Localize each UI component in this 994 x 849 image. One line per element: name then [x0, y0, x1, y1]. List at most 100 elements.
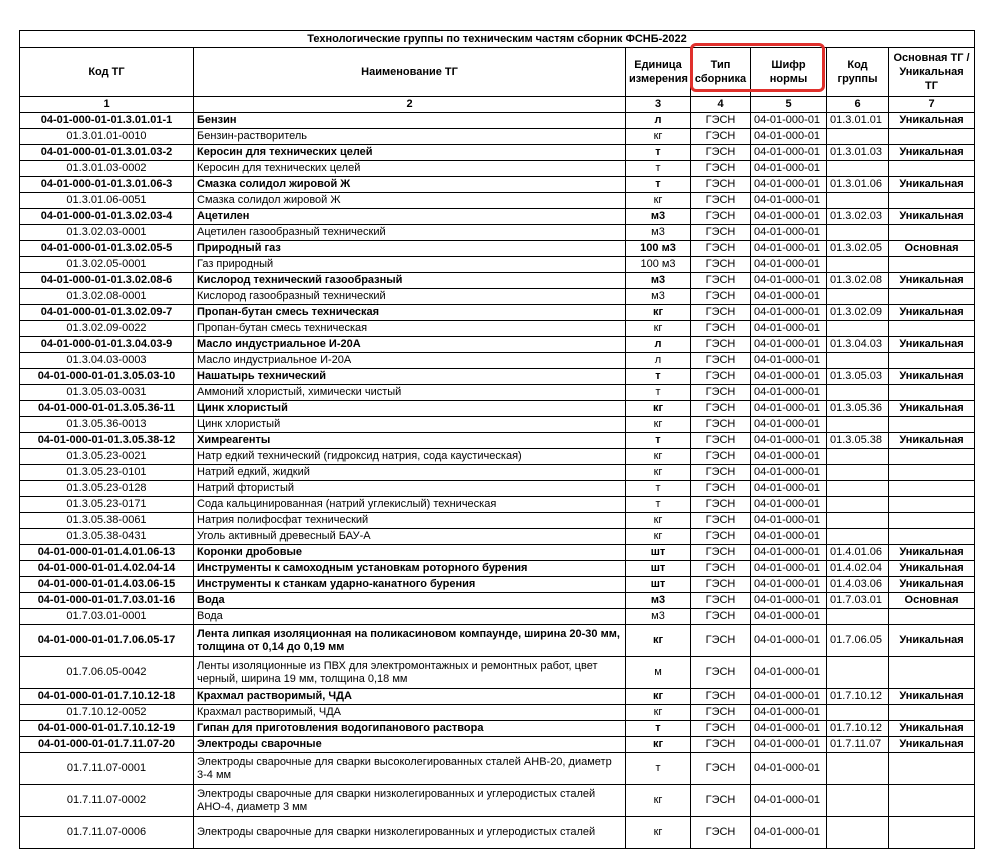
cell-type[interactable]: ГЭСН: [690, 512, 751, 529]
cell-unit[interactable]: кг: [625, 816, 691, 849]
cell-group[interactable]: 01.3.01.03: [826, 144, 889, 161]
cell-unit[interactable]: м3: [625, 272, 691, 289]
cell-code[interactable]: 01.7.11.07-0001: [19, 752, 194, 785]
cell-name[interactable]: Электроды сварочные для сварки высоколег…: [193, 752, 626, 785]
cell-kind[interactable]: [887, 480, 976, 497]
cell-kind[interactable]: Уникальная: [887, 304, 976, 321]
header-norm[interactable]: Шифр нормы: [750, 47, 827, 97]
cell-group[interactable]: [826, 352, 889, 369]
cell-type[interactable]: ГЭСН: [690, 400, 751, 417]
cell-type[interactable]: ГЭСН: [690, 608, 751, 625]
cell-name[interactable]: Керосин для технических целей: [193, 144, 626, 161]
cell-kind[interactable]: Уникальная: [887, 112, 976, 129]
cell-name[interactable]: Природный газ: [193, 240, 626, 257]
cell-kind[interactable]: Основная: [887, 240, 976, 257]
cell-type[interactable]: ГЭСН: [690, 480, 751, 497]
cell-type[interactable]: ГЭСН: [690, 192, 751, 209]
cell-unit[interactable]: м3: [625, 224, 691, 241]
cell-group[interactable]: 01.3.05.36: [826, 400, 889, 417]
cell-group[interactable]: 01.7.10.12: [826, 688, 889, 705]
col-number[interactable]: 5: [750, 96, 827, 113]
cell-name[interactable]: Масло индустриальное И-20А: [193, 336, 626, 353]
cell-name[interactable]: Инструменты к самоходным установкам рото…: [193, 560, 626, 577]
cell-kind[interactable]: [887, 656, 976, 689]
cell-kind[interactable]: Уникальная: [887, 560, 976, 577]
cell-norm[interactable]: 04-01-000-01: [750, 352, 827, 369]
cell-type[interactable]: ГЭСН: [690, 256, 751, 273]
cell-code[interactable]: 01.3.02.05-0001: [19, 256, 194, 273]
cell-norm[interactable]: 04-01-000-01: [750, 176, 827, 193]
cell-name[interactable]: Вода: [193, 608, 626, 625]
cell-name[interactable]: Аммоний хлористый, химически чистый: [193, 384, 626, 401]
cell-group[interactable]: [826, 512, 889, 529]
cell-name[interactable]: Натрий фтористый: [193, 480, 626, 497]
cell-code[interactable]: 01.7.06.05-0042: [19, 656, 194, 689]
header-unit[interactable]: Единица измерения: [625, 47, 691, 97]
cell-norm[interactable]: 04-01-000-01: [750, 752, 827, 785]
cell-kind[interactable]: [887, 752, 976, 785]
cell-kind[interactable]: Уникальная: [887, 336, 976, 353]
col-number[interactable]: 6: [826, 96, 889, 113]
cell-type[interactable]: ГЭСН: [690, 240, 751, 257]
cell-type[interactable]: ГЭСН: [690, 160, 751, 177]
cell-norm[interactable]: 04-01-000-01: [750, 160, 827, 177]
cell-code[interactable]: 04-01-000-01-01.4.03.06-15: [19, 576, 194, 593]
cell-group[interactable]: [826, 480, 889, 497]
cell-norm[interactable]: 04-01-000-01: [750, 688, 827, 705]
cell-code[interactable]: 01.3.01.03-0002: [19, 160, 194, 177]
cell-norm[interactable]: 04-01-000-01: [750, 384, 827, 401]
cell-name[interactable]: Кислород газообразный технический: [193, 288, 626, 305]
cell-kind[interactable]: [887, 464, 976, 481]
cell-kind[interactable]: Уникальная: [887, 144, 976, 161]
cell-type[interactable]: ГЭСН: [690, 736, 751, 753]
cell-code[interactable]: 01.3.01.06-0051: [19, 192, 194, 209]
cell-kind[interactable]: Уникальная: [887, 688, 976, 705]
cell-group[interactable]: [826, 528, 889, 545]
cell-name[interactable]: Пропан-бутан смесь техническая: [193, 320, 626, 337]
cell-unit[interactable]: т: [625, 384, 691, 401]
cell-group[interactable]: 01.7.03.01: [826, 592, 889, 609]
cell-group[interactable]: 01.7.06.05: [826, 624, 889, 657]
cell-norm[interactable]: 04-01-000-01: [750, 528, 827, 545]
col-number[interactable]: 4: [690, 96, 751, 113]
cell-norm[interactable]: 04-01-000-01: [750, 816, 827, 849]
cell-code[interactable]: 01.3.05.23-0128: [19, 480, 194, 497]
cell-name[interactable]: Цинк хлористый: [193, 400, 626, 417]
cell-code[interactable]: 01.3.05.36-0013: [19, 416, 194, 433]
cell-kind[interactable]: Уникальная: [887, 720, 976, 737]
cell-kind[interactable]: Уникальная: [887, 368, 976, 385]
cell-unit[interactable]: шт: [625, 576, 691, 593]
cell-code[interactable]: 01.3.02.03-0001: [19, 224, 194, 241]
cell-group[interactable]: 01.3.02.05: [826, 240, 889, 257]
cell-code[interactable]: 01.3.05.23-0021: [19, 448, 194, 465]
cell-name[interactable]: Керосин для технических целей: [193, 160, 626, 177]
cell-unit[interactable]: кг: [625, 736, 691, 753]
cell-unit[interactable]: л: [625, 352, 691, 369]
cell-type[interactable]: ГЭСН: [690, 416, 751, 433]
cell-kind[interactable]: [887, 704, 976, 721]
cell-group[interactable]: 01.3.02.08: [826, 272, 889, 289]
cell-norm[interactable]: 04-01-000-01: [750, 256, 827, 273]
cell-norm[interactable]: 04-01-000-01: [750, 112, 827, 129]
header-type[interactable]: Тип сборника: [690, 47, 751, 97]
cell-kind[interactable]: Уникальная: [887, 176, 976, 193]
cell-name[interactable]: Пропан-бутан смесь техническая: [193, 304, 626, 321]
cell-kind[interactable]: Основная: [887, 592, 976, 609]
cell-code[interactable]: 01.3.05.38-0431: [19, 528, 194, 545]
cell-kind[interactable]: Уникальная: [887, 272, 976, 289]
cell-code[interactable]: 01.7.03.01-0001: [19, 608, 194, 625]
cell-type[interactable]: ГЭСН: [690, 720, 751, 737]
cell-code[interactable]: 04-01-000-01-01.7.10.12-19: [19, 720, 194, 737]
cell-kind[interactable]: [887, 224, 976, 241]
cell-name[interactable]: Натрия полифосфат технический: [193, 512, 626, 529]
cell-type[interactable]: ГЭСН: [690, 496, 751, 513]
cell-type[interactable]: ГЭСН: [690, 704, 751, 721]
cell-norm[interactable]: 04-01-000-01: [750, 320, 827, 337]
cell-unit[interactable]: кг: [625, 704, 691, 721]
cell-kind[interactable]: [887, 512, 976, 529]
cell-unit[interactable]: кг: [625, 320, 691, 337]
cell-code[interactable]: 04-01-000-01-01.3.02.05-5: [19, 240, 194, 257]
cell-norm[interactable]: 04-01-000-01: [750, 208, 827, 225]
cell-name[interactable]: Цинк хлористый: [193, 416, 626, 433]
cell-name[interactable]: Электроды сварочные для сварки низколеги…: [193, 784, 626, 817]
